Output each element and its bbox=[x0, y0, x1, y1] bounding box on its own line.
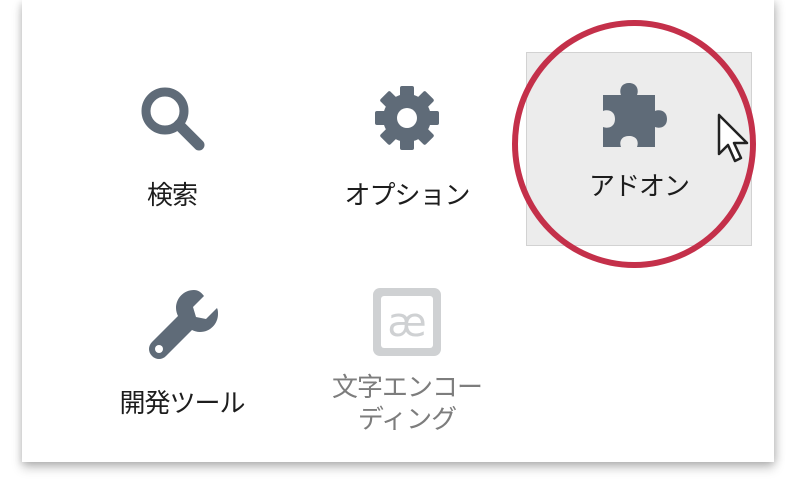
menu-item-label: アドオン bbox=[588, 172, 690, 202]
wrench-icon bbox=[149, 290, 218, 359]
gear-icon bbox=[375, 86, 439, 150]
menu-item-addons[interactable]: アドオン bbox=[526, 52, 752, 246]
menu-panel: 検索 オプション アドオン 開発ツール æ 文字エンコー ディング bbox=[22, 0, 774, 462]
menu-item-developer-tools[interactable]: 開発ツール bbox=[82, 286, 282, 420]
svg-text:æ: æ bbox=[387, 300, 426, 346]
menu-item-label-line-1: 文字エンコー bbox=[331, 373, 483, 403]
menu-item-options[interactable]: オプション bbox=[307, 82, 507, 212]
menu-item-label-line-2: ディング bbox=[357, 405, 457, 435]
menu-item-text-encoding[interactable]: æ 文字エンコー ディング bbox=[307, 286, 507, 436]
menu-item-search[interactable]: 検索 bbox=[82, 82, 262, 212]
menu-item-label: 開発ツール bbox=[119, 389, 245, 419]
menu-item-label: オプション bbox=[344, 181, 470, 211]
search-icon bbox=[141, 87, 205, 151]
menu-item-label: 検索 bbox=[146, 181, 198, 211]
ae-ligature-icon: æ bbox=[373, 288, 441, 356]
puzzle-icon bbox=[603, 83, 667, 147]
menu-item-label: 文字エンコー ディング bbox=[331, 372, 483, 436]
